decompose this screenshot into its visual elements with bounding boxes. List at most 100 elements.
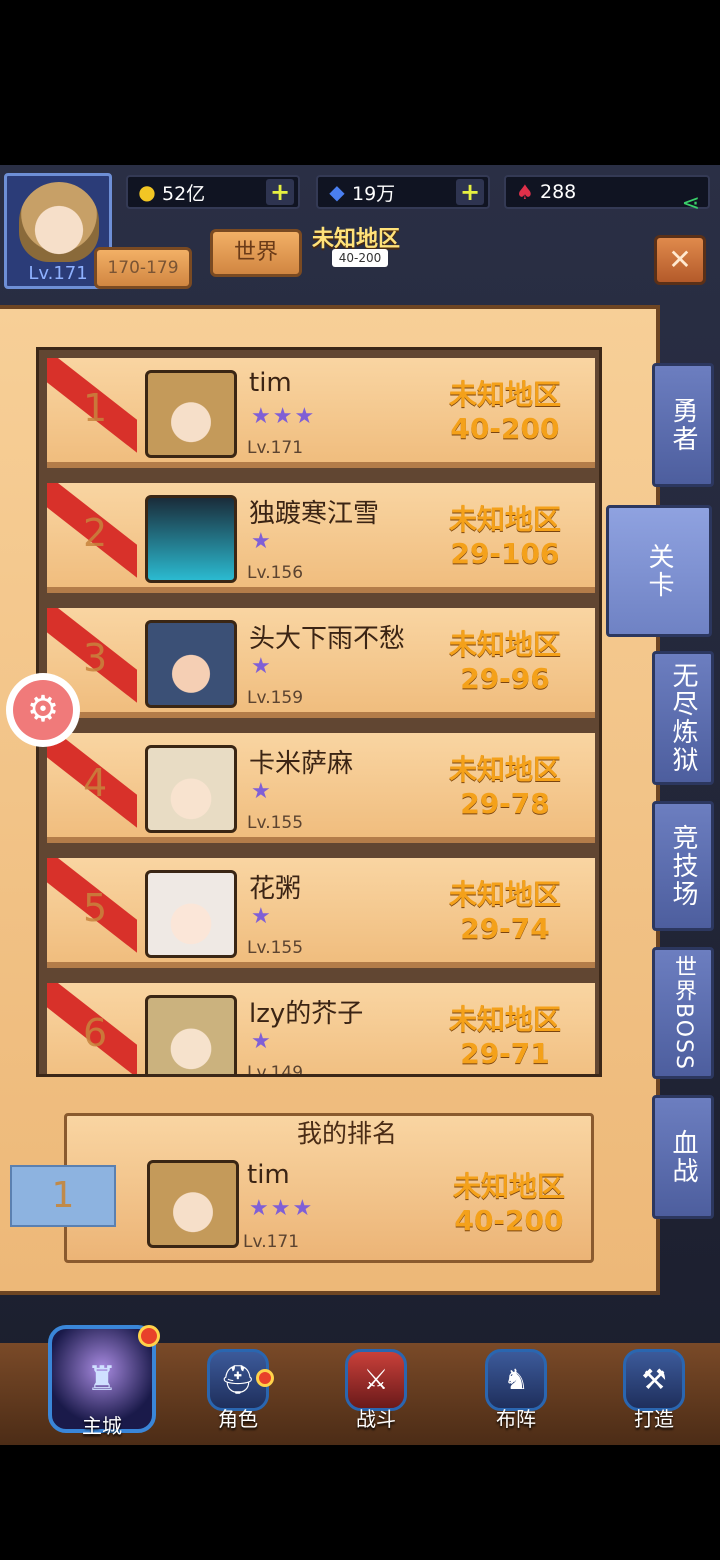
zone-label: 未知地区 (448, 378, 561, 411)
zone-range: 29-106 (450, 537, 560, 570)
ranking-row[interactable]: 4 卡米萨麻 ★ Lv.155 未知地区 29-78 (47, 733, 595, 843)
zone-range: 29-96 (460, 662, 550, 695)
star-rating: ★★★ (251, 404, 317, 429)
my-zone-range: 40-200 (454, 1204, 564, 1237)
gear-icon: ⚙ (13, 680, 73, 740)
add-diamond-button[interactable]: + (456, 179, 484, 205)
my-star-rating: ★★★ (249, 1196, 315, 1221)
crossed-swords-icon: ⚔ (345, 1349, 407, 1411)
zone-range: 29-74 (460, 912, 550, 945)
ranking-row[interactable]: 6 lzy的芥子 ★ Lv.149 未知地区 29-71 (47, 983, 595, 1077)
zone-progress: 未知地区 29-78 (435, 753, 575, 821)
rank-number: 2 (83, 511, 108, 555)
my-rank-panel: 我的排名 tim ★★★ Lv.171 未知地区 40-200 (64, 1113, 594, 1263)
nav-battle[interactable]: ⚔ 战斗 (342, 1349, 410, 1432)
ranking-row[interactable]: 2 独踱寒江雪 ★ Lv.156 未知地区 29-106 (47, 483, 595, 593)
my-rank-title: 我的排名 (296, 1119, 397, 1148)
player-portrait (145, 620, 237, 708)
tab-blood-battle[interactable]: 血战 (652, 1095, 714, 1219)
player-level: Lv.171 (247, 438, 304, 458)
rank-number: 4 (83, 761, 108, 805)
blood-value: 288 (540, 181, 577, 203)
tab-endless-purgatory[interactable]: 无尽炼狱 (652, 651, 714, 785)
add-gold-button[interactable]: + (266, 179, 294, 205)
zone-label: 未知地区 (448, 503, 561, 536)
star-rating: ★ (251, 654, 273, 679)
ranking-row[interactable]: 3 头大下雨不愁 ★ Lv.159 未知地区 29-96 (47, 608, 595, 718)
player-portrait (145, 495, 237, 583)
player-level: Lv.156 (247, 563, 304, 583)
tab-arena[interactable]: 竞技场 (652, 801, 714, 931)
nav-label: 战斗 (356, 1407, 396, 1431)
my-level: Lv.171 (243, 1232, 300, 1252)
player-portrait (145, 870, 237, 958)
star-rating: ★ (251, 1029, 273, 1054)
star-rating: ★ (251, 904, 273, 929)
star-rating: ★ (251, 779, 273, 804)
zone-progress: 未知地区 29-74 (435, 878, 575, 946)
nav-role[interactable]: ⛑ 角色 (204, 1349, 272, 1432)
tab-stage[interactable]: 关卡 (606, 505, 712, 637)
tab-world-boss[interactable]: 世界BOSS (652, 947, 714, 1079)
ranking-row[interactable]: 1 tim ★★★ Lv.171 未知地区 40-200 (47, 358, 595, 468)
nav-forge[interactable]: ⚒ 打造 (620, 1349, 688, 1432)
player-level: Lv.155 (247, 813, 304, 833)
rank-number: 3 (83, 636, 108, 680)
diamond-icon: ◆ (329, 180, 345, 204)
diamond-resource: ◆ 19万 + (316, 175, 490, 209)
player-name: 头大下雨不愁 (249, 624, 406, 654)
player-level: Lv.155 (247, 938, 304, 958)
nav-label: 布阵 (496, 1407, 536, 1431)
my-rank-badge: 1 (10, 1165, 116, 1227)
player-name: tim (249, 368, 292, 398)
zone-range: 29-71 (460, 1037, 550, 1070)
nav-formation[interactable]: ♞ 布阵 (482, 1349, 550, 1432)
share-icon[interactable]: ⋖ (682, 191, 700, 216)
zone-label: 未知地区 (448, 753, 561, 786)
castle-icon: ♜ (86, 1359, 118, 1399)
nav-label: 打造 (634, 1407, 674, 1431)
player-portrait (145, 745, 237, 833)
notification-dot (256, 1369, 274, 1387)
horse-head-icon: ♞ (485, 1349, 547, 1411)
diamond-value: 19万 (352, 182, 396, 205)
zone-label: 未知地区 (448, 878, 561, 911)
player-name: lzy的芥子 (249, 999, 364, 1029)
zone-range: 40-200 (450, 412, 560, 445)
my-name: tim (247, 1160, 290, 1190)
ranking-list[interactable]: 1 tim ★★★ Lv.171 未知地区 40-200 2 独踱寒江雪 ★ Lv… (36, 347, 602, 1077)
player-name: 花粥 (249, 874, 302, 904)
zone-label: 未知地区 (448, 628, 561, 661)
avatar-portrait (19, 182, 99, 262)
player-name: 独踱寒江雪 (249, 499, 380, 529)
tab-hero[interactable]: 勇者 (652, 363, 714, 487)
player-level: Lv.149 (247, 1063, 304, 1077)
notification-dot (138, 1325, 160, 1347)
zone-progress: 未知地区 29-71 (435, 1003, 575, 1071)
my-zone-label: 未知地区 (452, 1170, 565, 1203)
rank-number: 1 (83, 386, 108, 430)
world-tab[interactable]: 世界 (210, 229, 302, 277)
zone-range: 40-200 (332, 249, 388, 267)
hammer-icon: ⚒ (623, 1349, 685, 1411)
zone-range: 29-78 (460, 787, 550, 820)
my-portrait (147, 1160, 239, 1248)
game-screen: Lv.171 ● 52亿 + ◆ 19万 + ♠ 288 ⋖ 170-179 世… (0, 165, 720, 1445)
gold-value: 52亿 (162, 182, 206, 205)
gold-coins-icon: ● (138, 180, 156, 204)
zone-progress: 未知地区 29-106 (435, 503, 575, 571)
star-rating: ★ (251, 529, 273, 554)
player-portrait (145, 370, 237, 458)
blood-drops-icon: ♠ (516, 180, 534, 204)
zone-progress: 未知地区 40-200 (435, 378, 575, 446)
settings-button[interactable]: ⚙ (6, 673, 80, 747)
player-portrait (145, 995, 237, 1074)
nav-label: 角色 (218, 1407, 258, 1431)
level-range-tab[interactable]: 170-179 (94, 247, 192, 289)
player-level: Lv.159 (247, 688, 304, 708)
ranking-row[interactable]: 5 花粥 ★ Lv.155 未知地区 29-74 (47, 858, 595, 968)
player-name: 卡米萨麻 (249, 749, 354, 779)
close-button[interactable]: ✕ (654, 235, 706, 285)
blood-resource: ♠ 288 ⋖ (504, 175, 710, 216)
nav-label: 主城 (82, 1414, 122, 1438)
